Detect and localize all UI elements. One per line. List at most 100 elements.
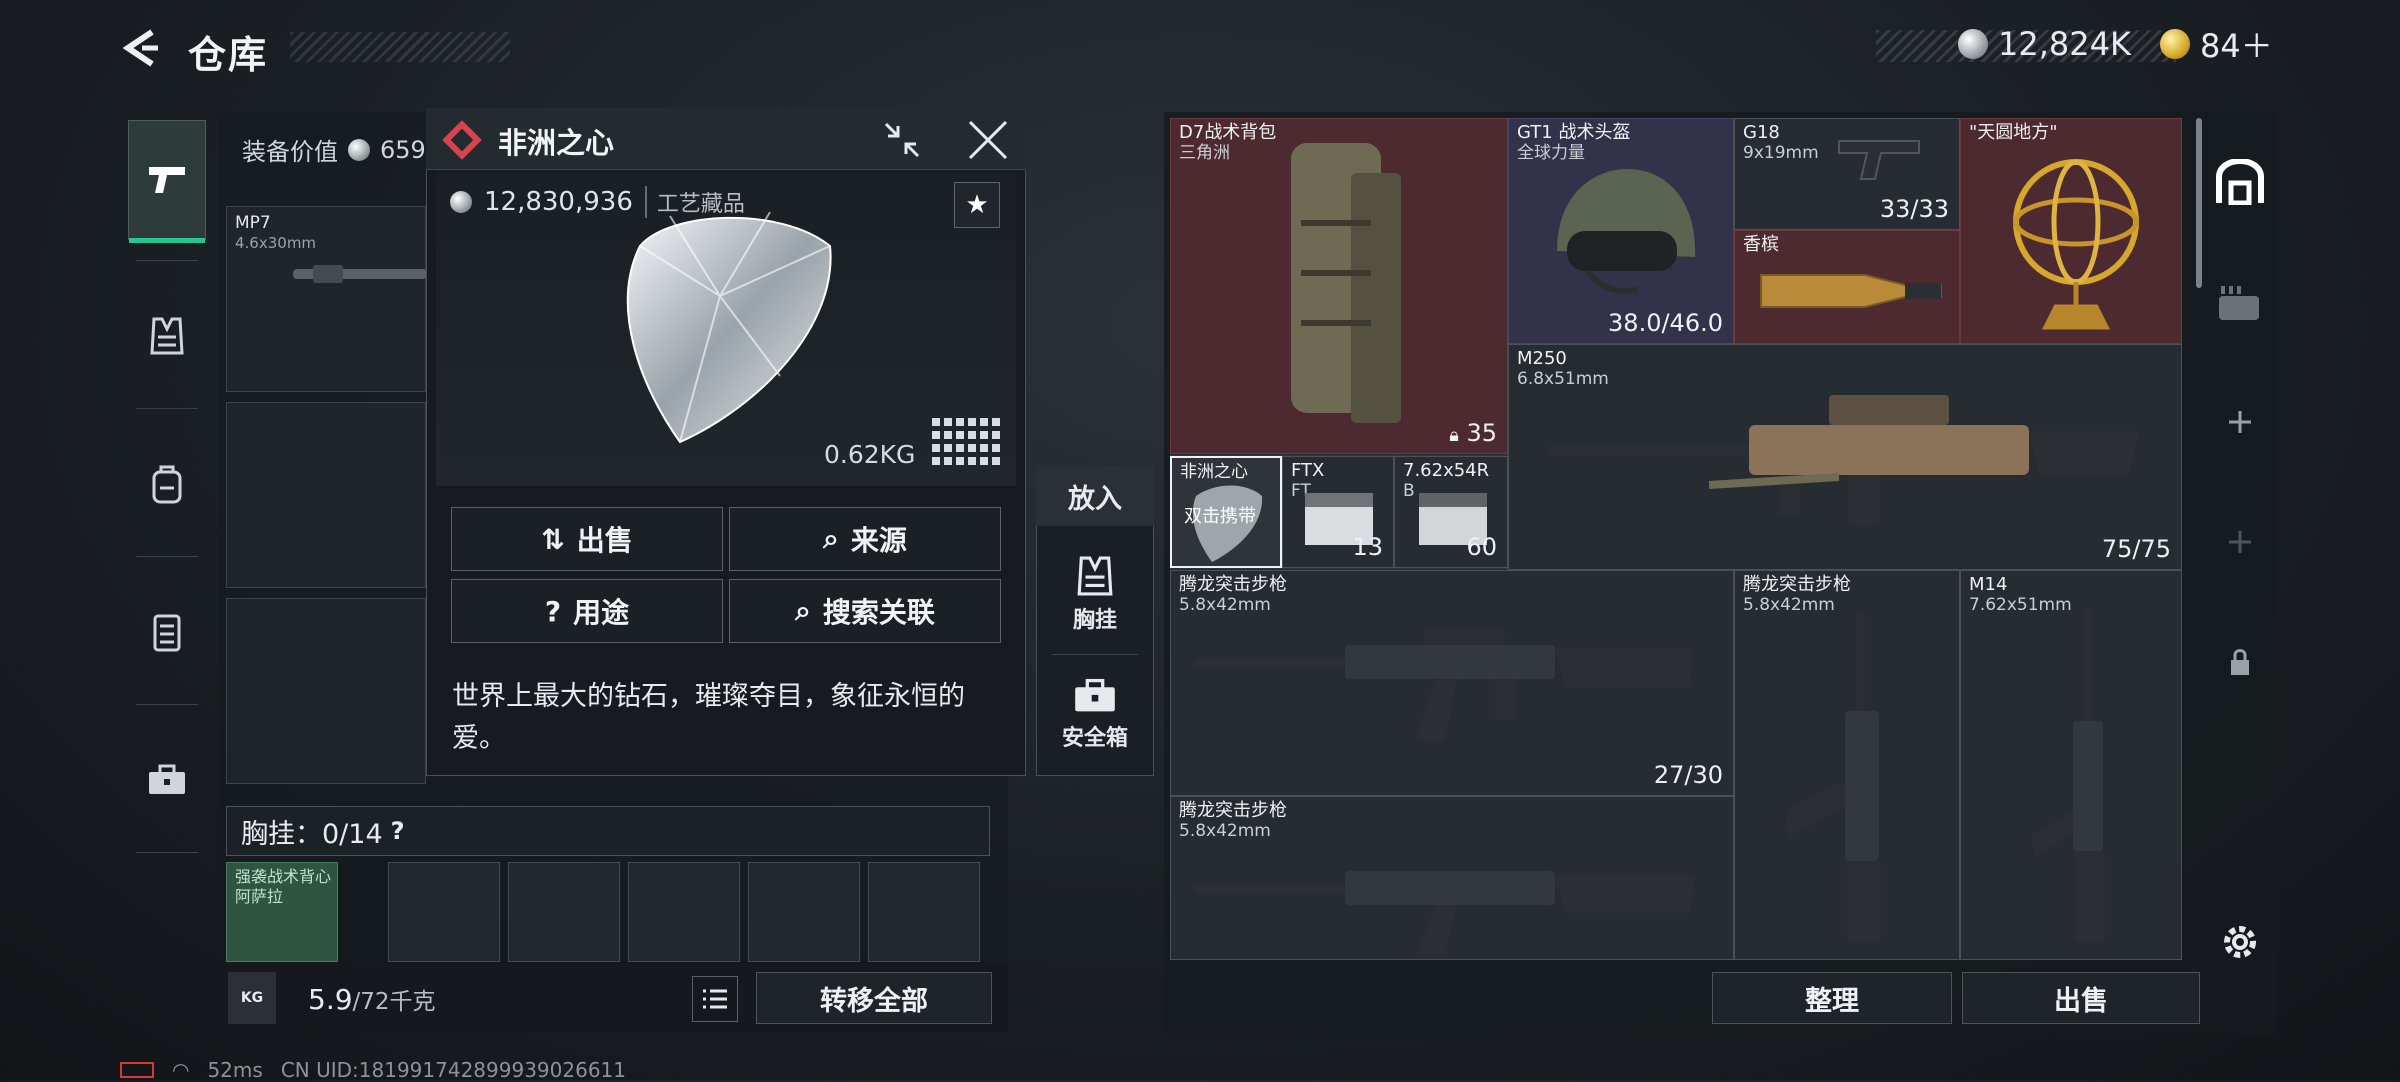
stash-item-g18[interactable]: G18 9x19mm 33/33 [1734, 118, 1960, 230]
stash-sell-button[interactable]: 出售 [1962, 972, 2200, 1024]
item-sub: 全球力量 [1517, 143, 1585, 163]
plus-icon [2229, 411, 2251, 433]
back-icon[interactable] [118, 26, 162, 70]
gold-currency[interactable]: 84＋ [2160, 22, 2273, 66]
pistol-icon [149, 167, 185, 193]
vest-slot-empty[interactable] [508, 862, 620, 962]
popup-item-description: 世界上最大的钻石，璀璨夺目，象征永恒的爱。 [452, 681, 965, 754]
gold-currency-value: 84＋ [2200, 27, 2273, 65]
popup-sell-button[interactable]: ⇅ 出售 [451, 507, 723, 571]
stash-item-heart-of-africa[interactable]: 非洲之心 双击携带 [1170, 456, 1282, 568]
put-into-safebox-button[interactable]: 安全箱 [1036, 660, 1154, 770]
stash-tab-secondary[interactable] [2204, 252, 2276, 352]
equipment-value-label: 装备价值 [242, 138, 338, 166]
silver-currency: 12,824K [1958, 22, 2131, 66]
gear-icon [2224, 926, 2256, 958]
vest-help-icon[interactable]: ? [391, 817, 405, 845]
rifle-image [2031, 611, 2105, 941]
double-tap-hint: 双击携带 [1184, 506, 1256, 527]
put-into-vest-label: 胸挂 [1072, 608, 1117, 633]
popup-usage-button[interactable]: ? 用途 [451, 579, 723, 643]
divider [1052, 654, 1138, 655]
backpack-image [1291, 143, 1401, 423]
case-icon [149, 764, 185, 794]
stash-item-assault-rifle[interactable]: 腾龙突击步枪 5.8x42mm [1734, 570, 1960, 960]
search-icon: ⌕ [795, 594, 811, 627]
stash-item-ammo-762x54r[interactable]: 7.62x54R B 60 [1394, 456, 1508, 568]
pistol-image [1838, 140, 1920, 180]
transfer-all-label: 转移全部 [820, 985, 928, 1017]
vest-slot-empty[interactable] [388, 862, 500, 962]
helmet-slot[interactable] [226, 598, 426, 784]
category-tab-weapons[interactable] [128, 120, 206, 243]
put-into-vest-button[interactable]: 胸挂 [1036, 540, 1154, 650]
item-name: 腾龙突击步枪 [1179, 574, 1287, 595]
stash-item-backpack[interactable]: D7战术背包 三角洲 🔒︎ 35 [1170, 118, 1508, 454]
stash-tab-add[interactable] [2204, 372, 2276, 472]
category-tab-backpack[interactable] [128, 424, 206, 544]
item-count: 🔒︎ 35 [1449, 419, 1497, 447]
vest-slot-item[interactable]: 强袭战术背心 阿萨拉 [226, 862, 338, 962]
primary-weapon-caliber: 4.6x30mm [235, 234, 317, 252]
stash-item-assault-rifle[interactable]: 腾龙突击步枪 5.8x42mm 27/30 [1170, 570, 1734, 796]
warehouse-icon [2216, 159, 2264, 205]
stash-item-m14[interactable]: M14 7.62x51mm [1960, 570, 2182, 960]
category-tab-armor[interactable] [128, 572, 206, 692]
popup-source-label: 来源 [850, 524, 907, 557]
item-sub: 9x19mm [1743, 143, 1819, 163]
sell-icon: ⇅ [541, 522, 565, 556]
stash-tab-main[interactable] [2204, 132, 2276, 232]
primary-weapon-name: MP7 [235, 213, 271, 233]
vest-slot-empty[interactable] [748, 862, 860, 962]
vest-slot-empty[interactable] [868, 862, 980, 962]
stash-item-m250[interactable]: M250 6.8x51mm 75/75 [1508, 344, 2182, 570]
sort-button[interactable]: 整理 [1712, 972, 1952, 1024]
popup-search-related-button[interactable]: ⌕ 搜索关联 [729, 579, 1001, 643]
armor-icon [153, 614, 181, 652]
rifle-image [1195, 871, 1695, 955]
stash-tab-add[interactable] [2204, 492, 2276, 592]
lock-icon: 🔒︎ [1449, 425, 1459, 446]
battery-icon [120, 1062, 154, 1078]
transfer-all-button[interactable]: 转移全部 [756, 972, 992, 1024]
list-icon [703, 989, 727, 1009]
silver-coin-icon [348, 138, 370, 161]
close-icon[interactable] [966, 118, 1010, 162]
stash-item-assault-rifle[interactable]: 腾龙突击步枪 5.8x42mm [1170, 796, 1734, 960]
stash-item-helmet[interactable]: GT1 战术头盔 全球力量 38.0/46.0 [1508, 118, 1734, 344]
category-tab-vest[interactable] [128, 276, 206, 396]
stash-box-icon [2219, 286, 2259, 320]
user-uid: CN UID:181991742899939026611 [280, 1058, 626, 1082]
stash-item-ftx[interactable]: FTX FT 13 [1282, 456, 1394, 568]
item-count: 38.0/46.0 [1608, 309, 1723, 337]
item-name: 腾龙突击步枪 [1179, 800, 1287, 821]
stash-scrollbar[interactable] [2196, 118, 2202, 288]
primary-weapon-slot[interactable]: MP7 4.6x30mm [226, 206, 427, 392]
secondary-weapon-slot[interactable] [226, 402, 426, 588]
popup-usage-label: 用途 [573, 596, 630, 629]
stash-item-champagne[interactable]: 香槟 [1734, 230, 1960, 344]
list-view-button[interactable] [692, 976, 738, 1022]
stash-tab-locked[interactable] [2204, 612, 2276, 712]
ping-value: 52ms [207, 1058, 263, 1082]
settings-button[interactable] [2204, 892, 2276, 992]
stash-item-armillary[interactable]: "天圆地方" [1960, 118, 2182, 344]
popup-source-button[interactable]: ⌕ 来源 [729, 507, 1001, 571]
item-name: M14 [1969, 574, 2008, 595]
carry-weight-capacity: /72千克 [352, 989, 436, 1015]
item-sub: 三角洲 [1179, 143, 1230, 163]
popup-item-title: 非洲之心 [498, 126, 615, 160]
collapse-icon[interactable] [880, 118, 924, 162]
silver-currency-value: 12,824K [1998, 25, 2131, 63]
safebox-icon [1075, 678, 1115, 712]
put-into-safebox-label: 安全箱 [1061, 726, 1128, 751]
diamond-image [626, 211, 832, 444]
favorite-button[interactable]: ★ [954, 182, 1000, 228]
size-grid-icon [932, 418, 1000, 465]
item-name: M250 [1517, 348, 1567, 369]
category-tab-case[interactable] [128, 720, 206, 840]
item-count: 75/75 [2101, 535, 2171, 563]
item-name: 非洲之心 [1180, 462, 1248, 482]
popup-sell-label: 出售 [576, 524, 633, 557]
vest-slot-empty[interactable] [628, 862, 740, 962]
